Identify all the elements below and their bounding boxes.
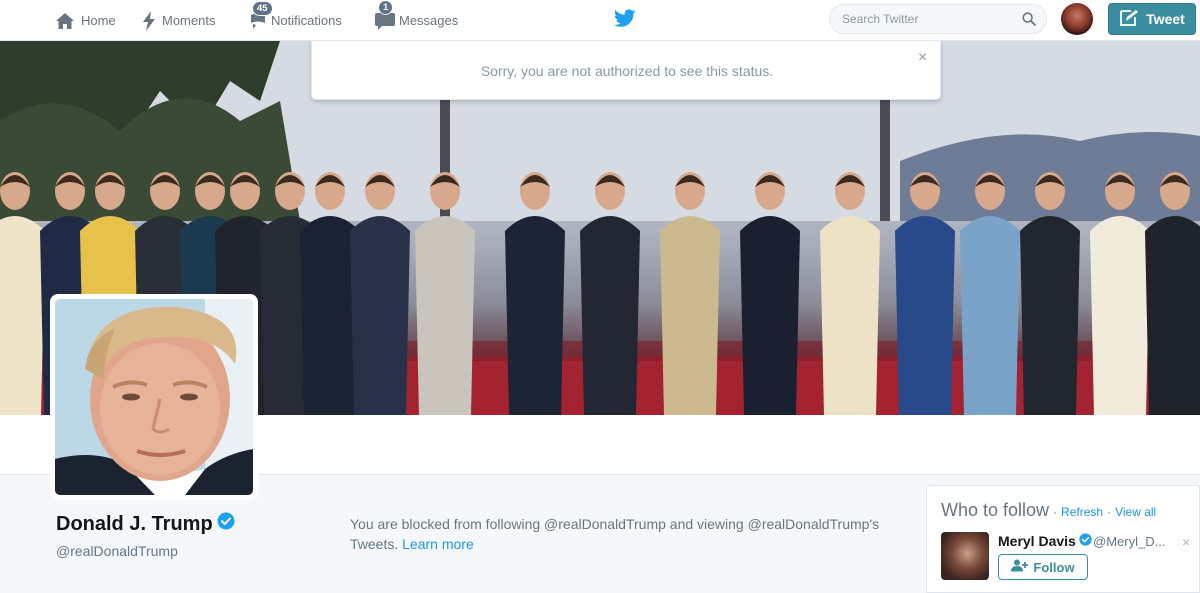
messages-icon: 1 [374, 0, 396, 31]
account-avatar[interactable] [1061, 3, 1093, 35]
profile-name-text: Donald J. Trump [56, 512, 213, 535]
nav-moments-label: Moments [162, 13, 216, 28]
close-icon[interactable]: × [1182, 534, 1190, 550]
follow-button-label: Follow [1033, 559, 1075, 575]
nav-messages[interactable]: 1 Messages [374, 0, 458, 41]
close-icon[interactable]: × [918, 49, 927, 67]
moments-icon [142, 10, 156, 31]
top-navigation-bar: Home Moments 45 Notifications 1 Messages [0, 0, 1200, 41]
notifications-count-badge: 45 [252, 0, 273, 16]
profile-photo [55, 299, 253, 495]
suggested-user-name[interactable]: Meryl Davis [998, 533, 1092, 549]
unauthorized-alert: Sorry, you are not authorized to see thi… [311, 41, 941, 100]
who-to-follow-module: Who to follow · Refresh · View all Meryl… [926, 485, 1200, 593]
nav-home-label: Home [81, 13, 116, 28]
search-input[interactable] [842, 5, 1022, 33]
follow-button[interactable]: Follow [998, 554, 1088, 580]
notifications-icon: 45 [248, 0, 273, 30]
refresh-link[interactable]: Refresh [1061, 505, 1103, 519]
who-to-follow-header: Who to follow · Refresh · View all [941, 500, 1156, 521]
alert-message: Sorry, you are not authorized to see thi… [480, 63, 774, 79]
twitter-bird-icon[interactable] [613, 9, 636, 33]
separator-dot: · [1053, 505, 1058, 519]
nav-home[interactable]: Home [55, 0, 116, 41]
separator-dot: · [1107, 505, 1112, 519]
follow-user-icon [1011, 559, 1029, 575]
tweet-button-label: Tweet [1146, 11, 1185, 27]
blocked-message: You are blocked from following @realDona… [350, 514, 890, 554]
messages-count-badge: 1 [378, 0, 394, 15]
verified-icon [217, 512, 235, 536]
tweet-button[interactable]: Tweet [1108, 3, 1196, 35]
verified-icon [1079, 533, 1092, 549]
compose-icon [1119, 9, 1139, 30]
learn-more-link[interactable]: Learn more [402, 536, 474, 552]
nav-messages-label: Messages [399, 13, 459, 28]
suggested-user-avatar[interactable] [941, 532, 989, 580]
view-all-link[interactable]: View all [1115, 505, 1156, 519]
profile-name: Donald J. Trump [56, 512, 235, 536]
suggested-user-name-text: Meryl Davis [998, 533, 1076, 549]
profile-avatar[interactable] [50, 294, 258, 500]
nav-notifications-label: Notifications [271, 13, 342, 28]
who-to-follow-title: Who to follow [941, 500, 1050, 520]
search-icon[interactable] [1022, 12, 1036, 31]
home-icon [55, 12, 75, 30]
search-box [829, 4, 1047, 34]
suggested-user-handle: @Meryl_D... [1093, 534, 1166, 549]
nav-notifications[interactable]: 45 Notifications [248, 0, 342, 41]
nav-moments[interactable]: Moments [142, 0, 215, 41]
profile-handle: @realDonaldTrump [56, 543, 178, 559]
